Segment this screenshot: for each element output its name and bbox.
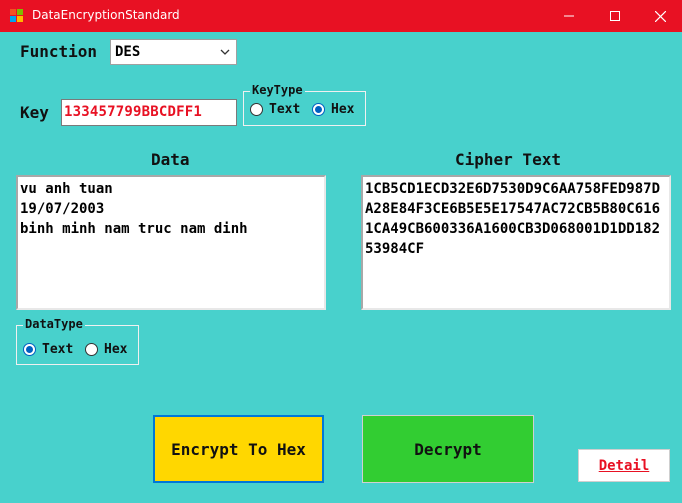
app-window: DataEncryptionStandard Function DES Key … <box>0 0 682 503</box>
datatype-hex-label: Hex <box>104 342 128 357</box>
cipher-textarea[interactable]: 1CB5CD1ECD32E6D7530D9C6AA758FED987DA28E8… <box>361 175 671 310</box>
data-line: vu anh tuan <box>20 181 113 197</box>
cipher-label: Cipher Text <box>455 150 561 169</box>
data-content: vu anh tuan 19/07/2003 binh minh nam tru… <box>20 179 248 239</box>
radio-checked-icon <box>23 343 36 356</box>
data-label: Data <box>151 150 190 169</box>
data-line: binh minh nam truc nam dinh <box>20 221 248 237</box>
minimize-button[interactable] <box>546 0 592 32</box>
datatype-group: DataType Text Hex <box>16 317 139 365</box>
function-selected-value: DES <box>115 44 141 60</box>
radio-checked-icon <box>312 103 325 116</box>
radio-unchecked-icon <box>250 103 263 116</box>
close-button[interactable] <box>638 0 682 32</box>
datatype-hex-radio[interactable]: Hex <box>85 342 127 357</box>
minimize-icon <box>564 15 574 17</box>
decrypt-button[interactable]: Decrypt <box>362 415 534 483</box>
window-title: DataEncryptionStandard <box>32 8 180 22</box>
datatype-text-radio[interactable]: Text <box>23 342 73 357</box>
function-select[interactable]: DES <box>110 39 237 65</box>
keytype-text-label: Text <box>269 102 301 117</box>
function-label: Function <box>20 42 98 61</box>
data-textarea[interactable]: vu anh tuan 19/07/2003 binh minh nam tru… <box>16 175 326 310</box>
chevron-down-icon <box>220 49 230 55</box>
key-input[interactable]: 133457799BBCDFF1 <box>61 99 237 126</box>
keytype-hex-radio[interactable]: Hex <box>312 102 354 117</box>
close-icon <box>654 10 666 22</box>
radio-unchecked-icon <box>85 343 98 356</box>
keytype-text-radio[interactable]: Text <box>250 102 300 117</box>
cipher-content: 1CB5CD1ECD32E6D7530D9C6AA758FED987DA28E8… <box>365 181 661 257</box>
encrypt-button[interactable]: Encrypt To Hex <box>153 415 324 483</box>
maximize-button[interactable] <box>592 0 638 32</box>
keytype-group-title: KeyType <box>250 83 305 97</box>
detail-button[interactable]: Detail <box>578 449 670 482</box>
datatype-group-title: DataType <box>23 317 85 331</box>
keytype-hex-label: Hex <box>331 102 355 117</box>
maximize-icon <box>610 11 620 21</box>
app-icon <box>10 9 24 23</box>
datatype-text-label: Text <box>42 342 74 357</box>
keytype-group: KeyType Text Hex <box>243 83 366 126</box>
key-value: 133457799BBCDFF1 <box>64 104 203 120</box>
key-label: Key <box>20 103 49 122</box>
data-line: 19/07/2003 <box>20 201 105 217</box>
title-bar[interactable]: DataEncryptionStandard <box>0 0 682 32</box>
